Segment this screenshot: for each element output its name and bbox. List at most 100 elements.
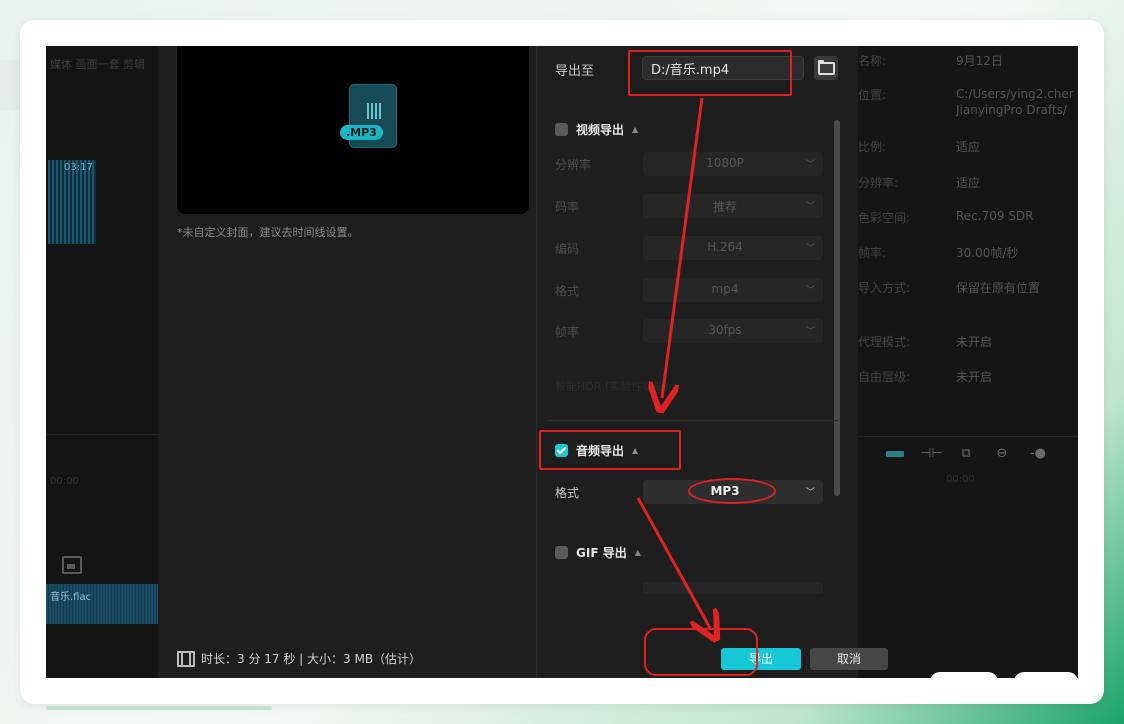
framerate-setting: 帧率 30fps ﹀: [555, 319, 825, 343]
editor-properties-panel: 名称: 9月12日 位置: C:/Users/ying2.cher Jianyi…: [858, 46, 1078, 678]
cover-preview: .MP3: [177, 46, 529, 214]
setting-value: 30fps: [708, 323, 742, 337]
chevron-down-icon: ﹀: [805, 286, 815, 296]
setting-label: 分辨率: [555, 158, 592, 172]
video-export-header[interactable]: 视频导出 ▲: [555, 120, 638, 138]
property-row: 自由层级: 未开启: [858, 368, 1078, 388]
export-button-highlight: [644, 628, 758, 676]
codec-select[interactable]: H.264 ﹀: [643, 236, 823, 260]
path-highlight-box: [628, 50, 792, 96]
timeline-timestamp: 00:00: [946, 474, 975, 485]
audio-export-highlight-box: [539, 430, 681, 470]
export-dialog: .MP3 *未自定义封面，建议去时间线设置。 导出至 视频导出 ▲ 分辨率 10…: [158, 46, 888, 678]
divider: [548, 420, 838, 421]
chevron-down-icon: ﹀: [805, 327, 815, 337]
property-value: 保留在原有位置: [956, 281, 1041, 295]
property-row: 导入方式: 保留在原有位置: [858, 279, 1078, 299]
bitrate-select[interactable]: 推荐 ﹀: [643, 194, 823, 218]
export-summary: 时长：3 分 17 秒 | 大小：3 MB（估计）: [201, 652, 422, 666]
divider: [536, 46, 537, 678]
overlay-pill: [1014, 672, 1078, 688]
chevron-down-icon: ﹀: [805, 244, 815, 254]
collapse-caret-icon[interactable]: ▲: [635, 548, 641, 557]
property-value: 30.00帧/秒: [956, 246, 1019, 260]
file-type-badge: .MP3: [340, 125, 383, 140]
framerate-select[interactable]: 30fps ﹀: [643, 319, 823, 343]
zoom-slider-icon: -●: [1029, 446, 1047, 461]
audio-clip-label: 音乐.flac: [50, 592, 92, 603]
divider: [858, 436, 1078, 437]
gif-export-header[interactable]: GIF 导出 ▲: [555, 543, 641, 561]
track-icon: [886, 451, 904, 457]
chevron-down-icon: ﹀: [805, 488, 815, 498]
export-screenshot: 媒体 画面一套 剪辑 03:17 00:00 音乐.flac 名称: 9月12日…: [46, 46, 1078, 678]
setting-label: 格式: [555, 486, 580, 500]
progress-strip: [46, 706, 272, 710]
setting-value: 推荐: [712, 200, 737, 214]
video-export-title: 视频导出: [576, 122, 625, 137]
folder-icon: [817, 59, 835, 75]
export-to-label: 导出至: [555, 64, 595, 79]
property-key: 位置:: [858, 88, 887, 102]
setting-label: 格式: [555, 284, 580, 298]
audio-track: 音乐.flac: [46, 584, 158, 624]
gif-settings-peek: [555, 582, 825, 594]
property-value: 适应: [956, 140, 981, 154]
property-key: 色彩空间:: [858, 211, 911, 225]
video-export-checkbox[interactable]: [555, 122, 568, 136]
property-row: 分辨率: 适应: [858, 174, 1078, 194]
property-row: 比例: 适应: [858, 138, 1078, 158]
setting-value: 1080P: [706, 156, 744, 170]
settings-scrollbar[interactable]: [834, 120, 840, 496]
bitrate-setting: 码率 推荐 ﹀: [555, 194, 825, 218]
property-key: 自由层级:: [858, 370, 911, 384]
property-value: C:/Users/ying2.cher JianyingPro Drafts/: [956, 87, 1074, 117]
property-row: 位置: C:/Users/ying2.cher JianyingPro Draf…: [858, 86, 1078, 122]
editor-tabs: 媒体 画面一套 剪辑: [50, 58, 145, 71]
editor-left-panel: 媒体 画面一套 剪辑 03:17 00:00 音乐.flac: [46, 46, 158, 678]
cancel-button[interactable]: 取消: [810, 648, 888, 670]
timeline-timestamp: 00:00: [50, 476, 79, 487]
setting-label: 码率: [555, 200, 580, 214]
property-key: 导入方式:: [858, 281, 911, 295]
save-icon: [62, 556, 82, 574]
cover-note: *未自定义封面，建议去时间线设置。: [177, 226, 359, 239]
smart-hdr-option: 智能HDR (实验性功能): [555, 380, 669, 393]
resolution-setting: 分辨率 1080P ﹀: [555, 152, 825, 176]
resolution-select[interactable]: 1080P ﹀: [643, 152, 823, 176]
gif-export-title: GIF 导出: [576, 545, 627, 560]
chevron-down-icon: ﹀: [805, 160, 815, 170]
film-icon: [177, 651, 195, 667]
property-value: 未开启: [956, 335, 993, 349]
video-format-select[interactable]: mp4 ﹀: [643, 278, 823, 302]
audio-file-icon: .MP3: [340, 84, 397, 148]
collapse-caret-icon[interactable]: ▲: [632, 125, 638, 134]
format-setting: 格式 mp4 ﹀: [555, 278, 825, 302]
setting-value: mp4: [711, 282, 739, 296]
overlay-pill: [930, 672, 998, 688]
property-row: 名称: 9月12日: [858, 52, 1078, 72]
property-key: 名称:: [858, 54, 887, 68]
property-key: 代理模式:: [858, 335, 911, 349]
setting-value: H.264: [707, 240, 743, 254]
gif-resolution-select[interactable]: [643, 582, 823, 594]
property-value: 未开启: [956, 370, 993, 384]
property-row: 帧率: 30.00帧/秒: [858, 244, 1078, 264]
setting-label: 帧率: [555, 325, 580, 339]
browse-folder-button[interactable]: [814, 56, 838, 80]
property-row: 色彩空间: Rec.709 SDR: [858, 209, 1078, 229]
gif-export-checkbox[interactable]: [555, 545, 568, 559]
chevron-down-icon: ﹀: [805, 202, 815, 212]
setting-label: 编码: [555, 242, 580, 256]
clip-duration: 03:17: [64, 162, 93, 173]
property-value: 9月12日: [956, 54, 1003, 68]
property-key: 分辨率:: [858, 176, 899, 190]
preview-axis-icon: ⧉: [961, 446, 971, 461]
property-key: 比例:: [858, 140, 887, 154]
property-key: 帧率:: [858, 246, 887, 260]
property-value: 适应: [956, 176, 981, 190]
divider: [46, 434, 158, 435]
codec-setting: 编码 H.264 ﹀: [555, 236, 825, 260]
format-highlight-ellipse: [688, 478, 776, 504]
zoom-out-icon: ⊖: [996, 446, 1008, 461]
